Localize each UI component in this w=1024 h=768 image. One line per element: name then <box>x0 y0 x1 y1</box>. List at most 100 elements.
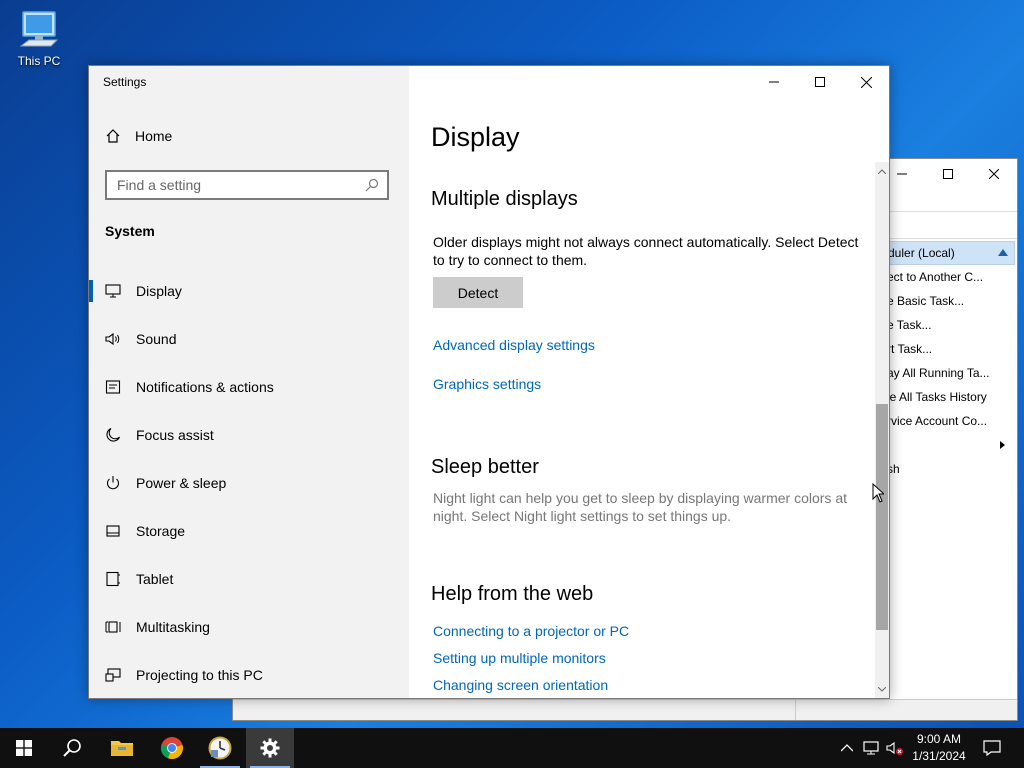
close-icon <box>860 76 872 88</box>
action-center-icon <box>983 740 1001 756</box>
tray-volume[interactable] <box>884 728 906 768</box>
multiple-displays-heading: Multiple displays <box>431 188 578 210</box>
nav-item-projecting[interactable]: Projecting to this PC <box>89 651 409 698</box>
nav-item-multitasking[interactable]: Multitasking <box>89 603 409 651</box>
tablet-icon <box>105 571 121 587</box>
action-item[interactable]: e Basic Task... <box>873 289 1015 313</box>
desktop-icon-label: This PC <box>17 54 61 68</box>
notification-icon <box>105 379 121 395</box>
taskbar-chrome[interactable] <box>148 728 196 768</box>
task-scheduler-icon <box>208 736 232 760</box>
status-divider <box>795 700 796 720</box>
speaker-icon <box>105 331 121 347</box>
nav-item-tablet[interactable]: Tablet <box>89 555 409 603</box>
monitor-icon <box>105 283 121 299</box>
search-box[interactable] <box>105 170 389 200</box>
nav-item-sound[interactable]: Sound <box>89 315 409 363</box>
power-icon <box>105 475 121 491</box>
home-label: Home <box>135 128 173 144</box>
action-center-button[interactable] <box>978 728 1006 768</box>
maximize-button[interactable] <box>797 66 843 98</box>
page-title: Display <box>431 122 520 152</box>
taskbar-file-explorer[interactable] <box>98 728 146 768</box>
nav-item-display[interactable]: Display <box>89 267 409 315</box>
nav-label: Power & sleep <box>136 475 227 491</box>
start-icon <box>16 740 32 756</box>
settings-gear-icon <box>260 738 280 758</box>
close-button[interactable] <box>971 159 1017 189</box>
advanced-display-settings-link[interactable]: Advanced display settings <box>433 337 595 353</box>
actions-header[interactable]: duler (Local) <box>873 241 1015 265</box>
tray-network[interactable] <box>860 728 882 768</box>
help-link-multiple-monitors[interactable]: Setting up multiple monitors <box>433 650 606 666</box>
nav-label: Notifications & actions <box>136 379 274 395</box>
action-item[interactable]: e Task... <box>873 313 1015 337</box>
search-icon <box>63 739 81 757</box>
bg-window-caption <box>879 159 1017 189</box>
action-item[interactable]: ay All Running Ta... <box>873 361 1015 385</box>
graphics-settings-link[interactable]: Graphics settings <box>433 376 541 392</box>
tray-overflow-button[interactable] <box>838 728 856 768</box>
maximize-button[interactable] <box>925 159 971 189</box>
nav-label: Tablet <box>136 571 174 587</box>
nav-label: Projecting to this PC <box>136 667 263 683</box>
maximize-icon <box>815 77 825 87</box>
scroll-down-button[interactable] <box>875 682 889 696</box>
storage-icon <box>105 523 121 539</box>
settings-sidebar: Settings Home System Display Sound Notif… <box>89 66 409 698</box>
nav-item-power-sleep[interactable]: Power & sleep <box>89 459 409 507</box>
projecting-icon <box>105 667 121 683</box>
taskbar: 9:00 AM 1/31/2024 <box>0 728 1024 768</box>
desktop-icon-this-pc[interactable]: This PC <box>12 8 66 68</box>
action-item[interactable]: rt Task... <box>873 337 1015 361</box>
action-item-refresh[interactable]: sh <box>873 457 1015 481</box>
taskbar-task-scheduler[interactable] <box>196 728 244 768</box>
scroll-up-button[interactable] <box>875 164 889 178</box>
vertical-scrollbar[interactable] <box>875 162 889 698</box>
multitasking-icon <box>105 619 121 635</box>
help-link-projector[interactable]: Connecting to a projector or PC <box>433 623 629 639</box>
nav-item-focus-assist[interactable]: Focus assist <box>89 411 409 459</box>
search-input[interactable] <box>107 172 367 198</box>
nav-label: Display <box>136 283 182 299</box>
action-item[interactable]: ect to Another C... <box>873 265 1015 289</box>
chrome-icon <box>160 737 183 760</box>
network-icon <box>863 741 879 755</box>
settings-window[interactable]: Settings Home System Display Sound Notif… <box>88 65 890 699</box>
sleep-better-heading: Sleep better <box>431 456 539 478</box>
taskbar-clock[interactable]: 9:00 AM 1/31/2024 <box>904 731 974 765</box>
minimize-button[interactable] <box>751 66 797 98</box>
actions-pane: duler (Local) ect to Another C... e Basi… <box>873 241 1015 481</box>
nav-label: Multitasking <box>136 619 210 635</box>
nav-label: Storage <box>136 523 186 539</box>
computer-icon <box>19 11 59 47</box>
home-link[interactable]: Home <box>105 128 172 144</box>
maximize-icon <box>943 169 953 179</box>
help-heading: Help from the web <box>431 583 594 605</box>
window-caption-buttons <box>751 66 889 98</box>
chevron-up-icon <box>878 168 886 174</box>
nav-item-storage[interactable]: Storage <box>89 507 409 555</box>
minimize-icon <box>897 173 907 175</box>
window-title: Settings <box>103 75 147 89</box>
close-icon <box>989 169 999 179</box>
action-item[interactable]: le All Tasks History <box>873 385 1015 409</box>
nav-item-notifications[interactable]: Notifications & actions <box>89 363 409 411</box>
help-link-screen-orientation[interactable]: Changing screen orientation <box>433 677 608 693</box>
detect-button[interactable]: Detect <box>433 277 523 308</box>
section-heading: System <box>105 223 155 239</box>
minimize-icon <box>769 81 779 83</box>
close-button[interactable] <box>843 66 889 98</box>
taskbar-search-button[interactable] <box>48 728 96 768</box>
home-icon <box>106 129 120 143</box>
settings-nav: Display Sound Notifications & actions Fo… <box>89 267 409 698</box>
action-item-view[interactable] <box>873 433 1015 457</box>
action-item[interactable]: rvice Account Co... <box>873 409 1015 433</box>
file-explorer-icon <box>111 741 133 756</box>
multiple-displays-description: Older displays might not always connect … <box>433 234 859 268</box>
scrollbar-thumb[interactable] <box>876 404 888 630</box>
start-button[interactable] <box>0 728 48 768</box>
clock-time: 9:00 AM <box>916 732 962 746</box>
collapse-icon <box>998 249 1008 256</box>
taskbar-settings[interactable] <box>246 728 294 768</box>
